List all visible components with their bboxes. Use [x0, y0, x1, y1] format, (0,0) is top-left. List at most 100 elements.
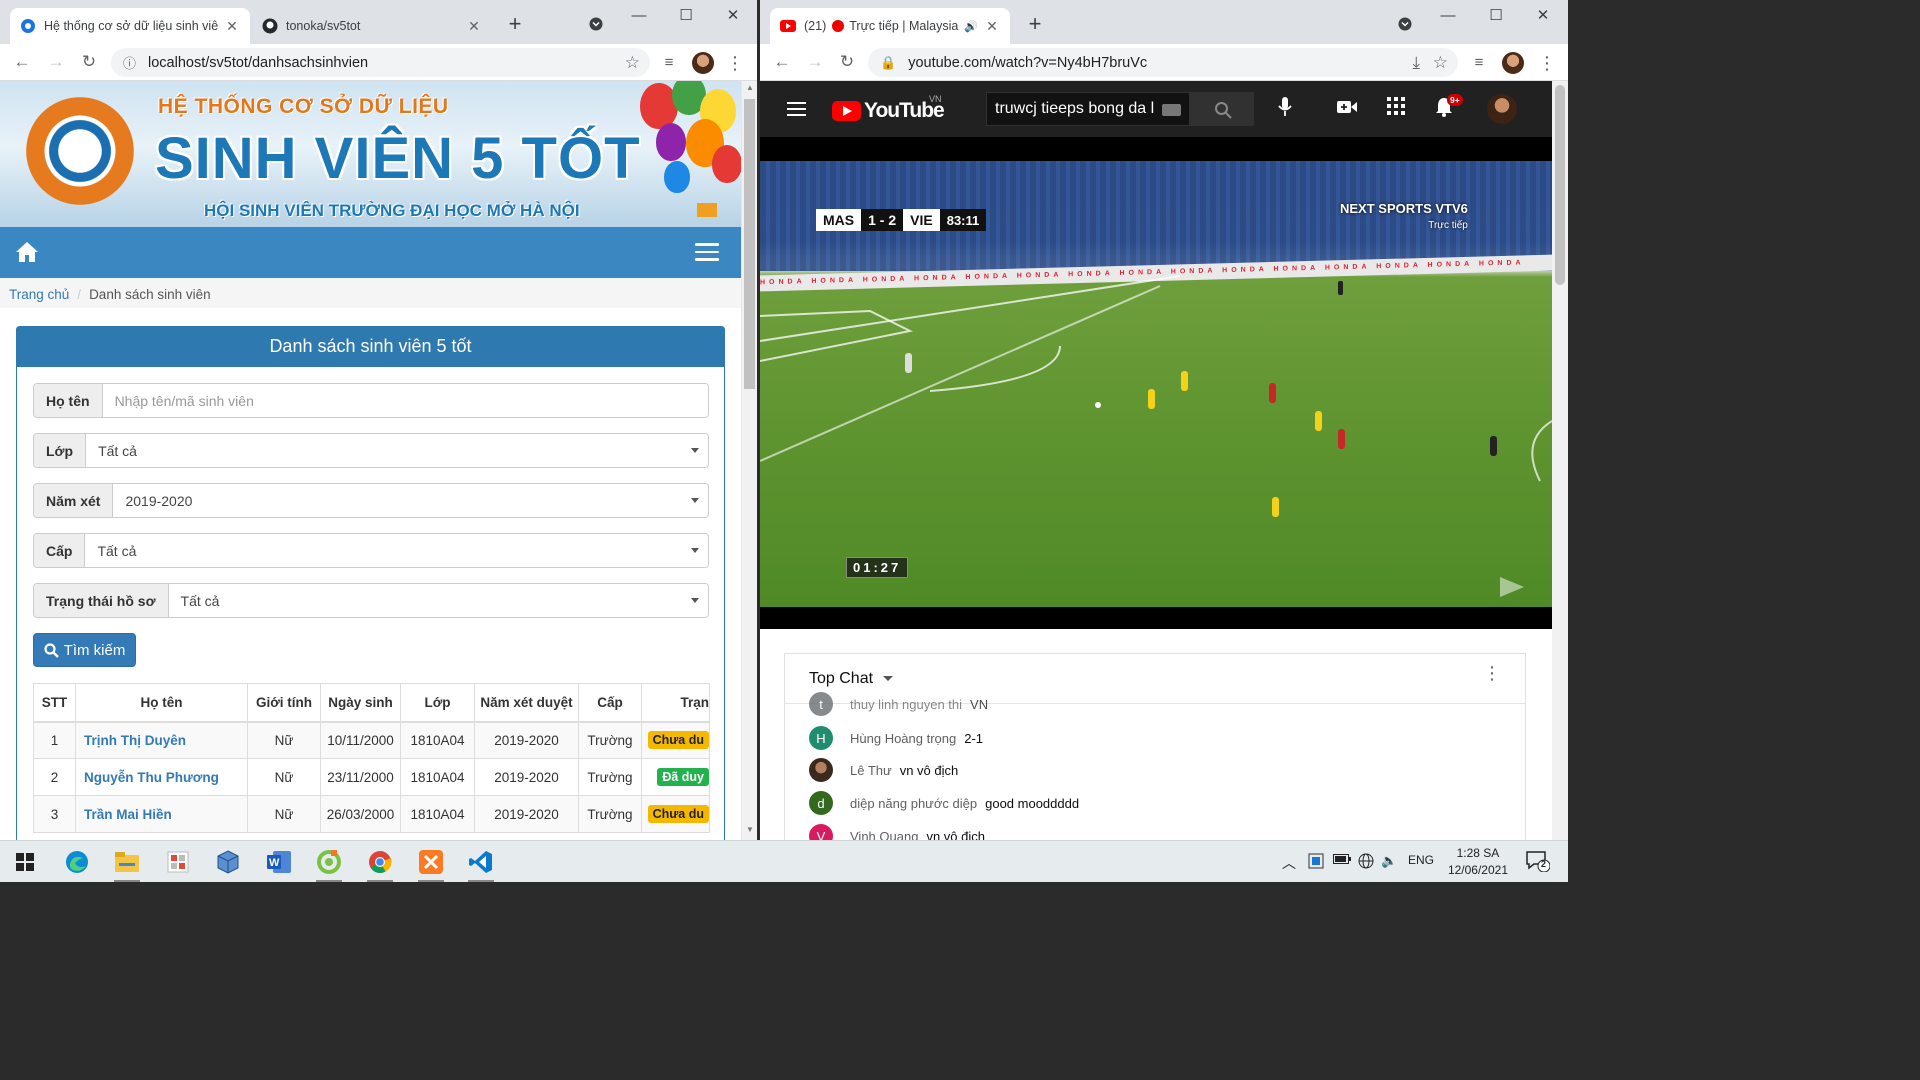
- back-icon[interactable]: ←: [10, 50, 34, 74]
- network-globe-icon[interactable]: [1358, 853, 1374, 872]
- minimize-button[interactable]: —: [1425, 6, 1471, 26]
- home-icon[interactable]: [14, 240, 40, 264]
- word-icon[interactable]: W: [262, 847, 296, 877]
- new-tab-button[interactable]: +: [1023, 12, 1047, 36]
- chat-avatar: t: [809, 692, 833, 716]
- top-chat-dropdown[interactable]: Top Chat: [809, 670, 873, 688]
- close-tab-icon[interactable]: ✕: [466, 18, 482, 35]
- chat-menu-icon[interactable]: ⋮: [1483, 664, 1501, 682]
- youtube-search-input[interactable]: truwcj tieeps bong da l: [986, 92, 1190, 126]
- scroll-down-icon[interactable]: ▼: [742, 825, 757, 834]
- forward-icon[interactable]: →: [803, 50, 827, 74]
- close-tab-icon[interactable]: ✕: [984, 18, 1000, 35]
- student-name-link[interactable]: Trần Mai Hiền: [75, 795, 248, 833]
- level-select[interactable]: Tất cả: [85, 534, 708, 567]
- profile-avatar[interactable]: [692, 52, 714, 74]
- col-stt[interactable]: STT: [33, 683, 76, 723]
- address-bar[interactable]: 🔒 youtube.com/watch?v=Ny4bH7bruVc ⤓ ☆: [868, 48, 1458, 77]
- tab-search-button[interactable]: [1393, 12, 1417, 36]
- chat-author[interactable]: Vinh Quang: [850, 829, 918, 841]
- show-hidden-icons-chevron[interactable]: ︿: [1282, 853, 1296, 873]
- edge-icon[interactable]: [60, 847, 94, 877]
- maximize-button[interactable]: ☐: [1473, 6, 1519, 26]
- address-bar[interactable]: ⓘ localhost/sv5tot/danhsachsinhvien ☆: [111, 48, 650, 77]
- chat-author[interactable]: Hùng Hoàng trọng: [850, 731, 956, 746]
- scrollbar-thumb[interactable]: [1555, 85, 1565, 285]
- youtube-avatar[interactable]: [1487, 94, 1517, 124]
- back-icon[interactable]: ←: [770, 50, 794, 74]
- speaker-icon[interactable]: 🔊: [964, 20, 978, 33]
- scroll-up-icon[interactable]: ▲: [742, 83, 757, 92]
- install-app-icon[interactable]: ⤓: [1412, 53, 1420, 73]
- year-select[interactable]: 2019-2020: [113, 484, 708, 517]
- col-level[interactable]: Cấp: [578, 683, 642, 723]
- chat-avatar: H: [809, 726, 833, 750]
- class-select[interactable]: Tất cả: [86, 434, 708, 467]
- keyboard-icon[interactable]: [1162, 104, 1181, 116]
- chat-author[interactable]: thuy linh nguyen thi: [850, 697, 962, 712]
- maximize-button[interactable]: ☐: [663, 6, 709, 26]
- student-name-link[interactable]: Nguyễn Thu Phương: [75, 758, 248, 796]
- dropdown-caret-icon[interactable]: [883, 676, 894, 681]
- profile-avatar[interactable]: [1502, 52, 1524, 74]
- minimize-button[interactable]: —: [616, 6, 662, 26]
- reload-icon[interactable]: ↻: [835, 50, 859, 74]
- tab-youtube[interactable]: (21) Trực tiếp | Malaysia - 🔊 ✕: [770, 8, 1010, 44]
- reading-list-icon[interactable]: ≡: [1468, 52, 1490, 74]
- student-name-link[interactable]: Trịnh Thị Duyên: [75, 721, 248, 759]
- battery-icon[interactable]: [1333, 853, 1351, 868]
- create-video-icon[interactable]: [1335, 97, 1359, 121]
- coccoc-icon[interactable]: [312, 847, 346, 882]
- microphone-icon[interactable]: [1273, 97, 1297, 121]
- close-tab-icon[interactable]: ✕: [224, 18, 240, 35]
- hamburger-menu-icon[interactable]: [695, 243, 719, 261]
- col-name[interactable]: Họ tên: [75, 683, 248, 723]
- left-page-scrollbar[interactable]: ▲ ▼: [741, 81, 757, 840]
- breadcrumb-home-link[interactable]: Trang chủ: [9, 287, 69, 302]
- hamburger-menu-icon[interactable]: [787, 102, 806, 116]
- file-explorer-icon[interactable]: [110, 847, 144, 882]
- new-tab-button[interactable]: +: [503, 12, 527, 36]
- github-icon: [262, 18, 278, 34]
- volume-icon[interactable]: 🔈: [1381, 853, 1397, 869]
- close-window-button[interactable]: ✕: [710, 6, 756, 26]
- status-select[interactable]: Tất cả: [168, 584, 708, 617]
- search-button[interactable]: Tìm kiếm: [33, 633, 136, 667]
- forward-icon[interactable]: →: [44, 50, 68, 74]
- col-status[interactable]: Trạn: [641, 683, 710, 723]
- input-language[interactable]: ENG: [1408, 853, 1434, 867]
- chrome-menu-icon[interactable]: ⋮: [1536, 52, 1558, 74]
- scrollbar-thumb[interactable]: [744, 99, 755, 389]
- col-year[interactable]: Năm xét duyệt: [474, 683, 579, 723]
- video-player[interactable]: HONDA HONDA HONDA HONDA HONDA HONDA HOND…: [760, 137, 1552, 629]
- reading-list-icon[interactable]: ≡: [658, 52, 680, 74]
- start-windows-icon[interactable]: [8, 847, 42, 877]
- vscode-icon[interactable]: [464, 847, 498, 882]
- app-grid-icon[interactable]: [161, 847, 195, 877]
- system-clock[interactable]: 1:28 SA 12/06/2021: [1448, 845, 1508, 879]
- chrome-menu-icon[interactable]: ⋮: [724, 52, 746, 74]
- col-gender[interactable]: Giới tính: [247, 683, 321, 723]
- tab-sv5tot[interactable]: Hệ thống cơ sở dữ liệu sinh viên 5 tốt ✕: [10, 8, 250, 44]
- close-window-button[interactable]: ✕: [1520, 6, 1566, 26]
- youtube-search-button[interactable]: [1190, 92, 1254, 126]
- bookmark-star-icon[interactable]: ☆: [625, 53, 640, 73]
- meet-now-icon[interactable]: [1308, 853, 1324, 872]
- bookmark-star-icon[interactable]: ☆: [1433, 53, 1448, 73]
- apps-grid-icon[interactable]: [1384, 97, 1408, 121]
- reload-icon[interactable]: ↻: [77, 50, 101, 74]
- chrome-icon[interactable]: [363, 847, 397, 882]
- tab-search-button[interactable]: [584, 12, 608, 39]
- right-page-scrollbar[interactable]: [1552, 81, 1568, 840]
- virtualbox-icon[interactable]: [211, 847, 245, 877]
- chat-author[interactable]: Lê Thư: [850, 763, 892, 778]
- col-dob[interactable]: Ngày sinh: [320, 683, 401, 723]
- dropdown-caret-icon: [691, 448, 699, 453]
- chat-author[interactable]: diệp năng phước diệp: [850, 796, 977, 811]
- youtube-logo[interactable]: YouTube VN: [832, 94, 945, 123]
- tab-github[interactable]: tonoka/sv5tot ✕: [252, 8, 492, 44]
- xampp-icon[interactable]: [414, 847, 448, 882]
- col-class[interactable]: Lớp: [400, 683, 475, 723]
- name-search-input[interactable]: Nhập tên/mã sinh viên: [102, 384, 708, 417]
- action-center-icon[interactable]: 2: [1526, 850, 1551, 875]
